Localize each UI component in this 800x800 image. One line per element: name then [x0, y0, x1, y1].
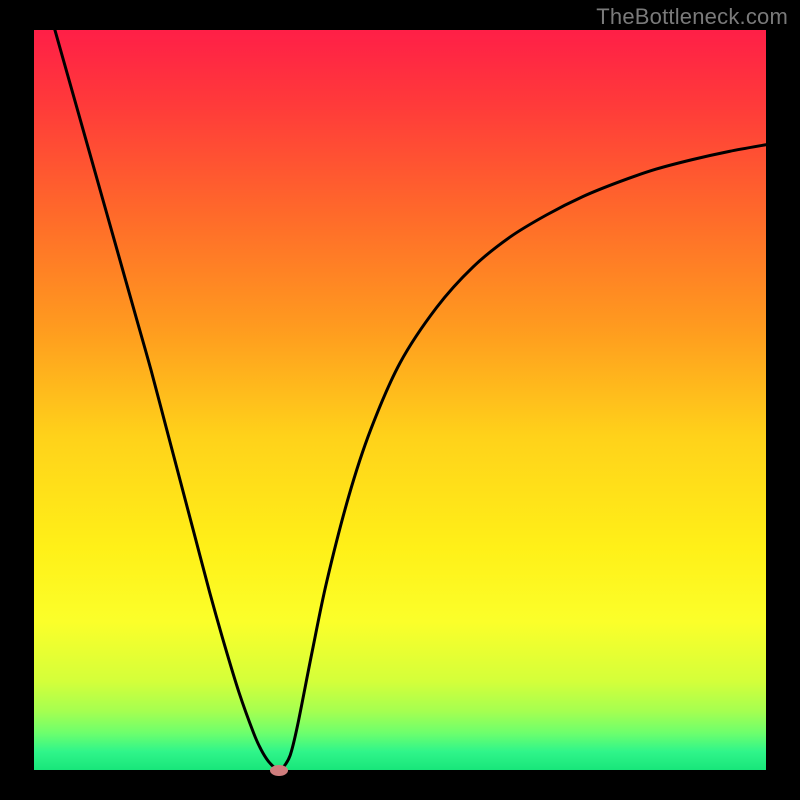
plot-area [34, 30, 766, 770]
chart-frame: TheBottleneck.com [0, 0, 800, 800]
bottleneck-point-marker [270, 765, 288, 776]
watermark-text: TheBottleneck.com [596, 4, 788, 30]
background-gradient [34, 30, 766, 770]
